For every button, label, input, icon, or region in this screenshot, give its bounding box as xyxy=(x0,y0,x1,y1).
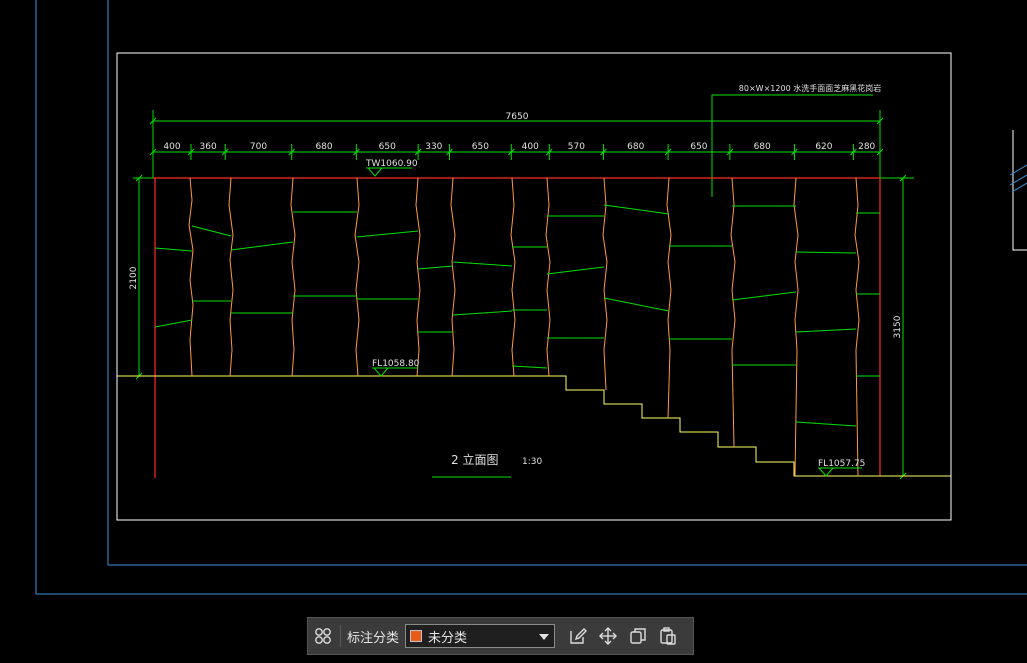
view-scale: 1:30 xyxy=(522,457,542,467)
stone-horizontal-joints xyxy=(154,204,880,427)
dimension-segment-label: 650 xyxy=(472,142,489,152)
annotation-toolbar: 标注分类 未分类 xyxy=(307,617,694,655)
toolbar-separator xyxy=(340,625,341,647)
dimension-segment-label: 400 xyxy=(522,142,539,152)
category-selected-value: 未分类 xyxy=(428,630,468,646)
view-title: 2 立面图 xyxy=(451,452,498,467)
dimension-segment-label: 330 xyxy=(425,142,442,152)
paste-icon[interactable] xyxy=(653,621,683,651)
inner-viewport-border xyxy=(107,0,1027,566)
wall-outline xyxy=(153,177,881,478)
annotation-category-label: 标注分类 xyxy=(347,630,400,646)
dimension-segment-label: 680 xyxy=(315,142,332,152)
dimension-segment-label: 620 xyxy=(815,142,832,152)
total-dimension-label: 7650 xyxy=(506,112,529,122)
dimension-segment-label: 680 xyxy=(754,142,771,152)
move-icon[interactable] xyxy=(593,621,623,651)
dimension-segment-label: 400 xyxy=(163,142,180,152)
level-markers xyxy=(366,167,862,477)
category-color-swatch xyxy=(410,630,423,642)
dimension-segment-label: 570 xyxy=(568,142,585,152)
cad-drawing-canvas[interactable]: 400 360 700 680 650 330 650 400 570 680 650 680 620 2… xyxy=(0,0,1027,663)
dimension-segment-label: 680 xyxy=(627,142,644,152)
drawing-frame xyxy=(116,52,952,521)
dimension-segment-label: 650 xyxy=(690,142,707,152)
chevron-down-icon xyxy=(539,634,550,640)
fl-level-upper-label: FL1058.80 xyxy=(372,359,420,369)
edit-icon[interactable] xyxy=(563,621,593,651)
category-dropdown[interactable]: 未分类 xyxy=(405,624,556,648)
dimension-segment-label: 280 xyxy=(858,142,875,152)
left-height-label: 2100 xyxy=(129,266,139,289)
tw-level-label: TW1060.90 xyxy=(365,159,418,169)
dimension-segment-label: 360 xyxy=(200,142,217,152)
grid-icon[interactable] xyxy=(308,621,338,651)
right-height-label: 3150 xyxy=(893,315,903,338)
note-text: 80×W×1200 水洗手面面芝麻黑花岗岩 xyxy=(739,83,881,93)
stone-vertical-joints xyxy=(188,177,860,477)
dimension-segment-label: 650 xyxy=(379,142,396,152)
dimension-segment-label: 700 xyxy=(250,142,267,152)
dimension-group xyxy=(133,94,914,480)
copy-icon[interactable] xyxy=(623,621,653,651)
fl-level-lower-label: FL1057.75 xyxy=(818,459,865,469)
